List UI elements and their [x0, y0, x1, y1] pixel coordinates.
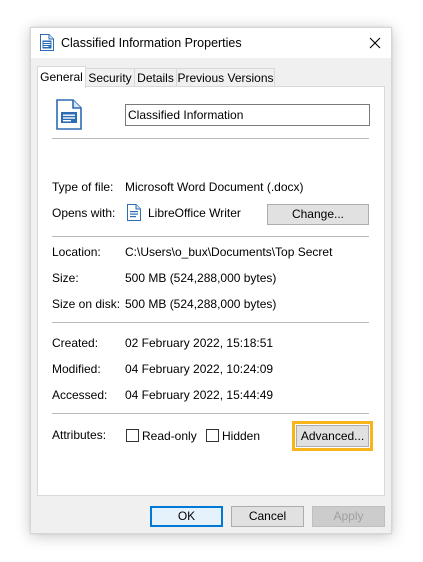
close-icon: [369, 37, 381, 49]
ok-button[interactable]: OK: [150, 506, 223, 527]
read-only-checkbox[interactable]: [126, 429, 139, 442]
general-panel: Type of file: Microsoft Word Document (.…: [37, 86, 385, 496]
type-of-file-value: Microsoft Word Document (.docx): [125, 180, 304, 194]
writer-document-icon: [56, 99, 82, 130]
size-on-disk-label: Size on disk:: [52, 297, 121, 311]
modified-label: Modified:: [52, 362, 101, 376]
size-label: Size:: [52, 271, 79, 285]
opens-with-label: Opens with:: [52, 206, 116, 220]
location-value: C:\Users\o_bux\Documents\Top Secret: [125, 245, 333, 259]
size-on-disk-value: 500 MB (524,288,000 bytes): [125, 297, 277, 311]
window-title: Classified Information Properties: [61, 36, 242, 50]
modified-value: 04 February 2022, 10:24:09: [125, 362, 274, 376]
hidden-label[interactable]: Hidden: [222, 429, 260, 443]
read-only-label[interactable]: Read-only: [142, 429, 197, 443]
close-button[interactable]: [359, 28, 391, 58]
created-label: Created:: [52, 336, 99, 350]
apply-button[interactable]: Apply: [312, 506, 385, 527]
cancel-button[interactable]: Cancel: [231, 506, 304, 527]
separator: [52, 322, 369, 323]
attributes-label: Attributes:: [52, 428, 107, 442]
location-label: Location:: [52, 245, 101, 259]
hidden-checkbox[interactable]: [206, 429, 219, 442]
tab-security[interactable]: Security: [85, 68, 135, 86]
accessed-value: 04 February 2022, 15:44:49: [125, 388, 274, 402]
separator: [52, 138, 369, 139]
document-icon: [40, 34, 54, 51]
separator: [52, 413, 369, 414]
tab-previous-versions[interactable]: Previous Versions: [176, 68, 275, 86]
tab-general[interactable]: General: [37, 66, 86, 88]
properties-dialog: Classified Information Properties Genera…: [30, 27, 392, 534]
size-value: 500 MB (524,288,000 bytes): [125, 271, 277, 285]
libreoffice-writer-icon: [127, 204, 141, 221]
type-of-file-label: Type of file:: [52, 180, 114, 194]
title-bar: Classified Information Properties: [31, 28, 391, 58]
file-name-input[interactable]: [125, 104, 370, 126]
tab-details[interactable]: Details: [134, 68, 177, 86]
separator: [52, 236, 369, 237]
opens-with-value: LibreOffice Writer: [148, 206, 241, 220]
accessed-label: Accessed:: [52, 388, 108, 402]
advanced-button[interactable]: Advanced...: [296, 425, 369, 447]
change-button[interactable]: Change...: [267, 204, 369, 225]
created-value: 02 February 2022, 15:18:51: [125, 336, 274, 350]
